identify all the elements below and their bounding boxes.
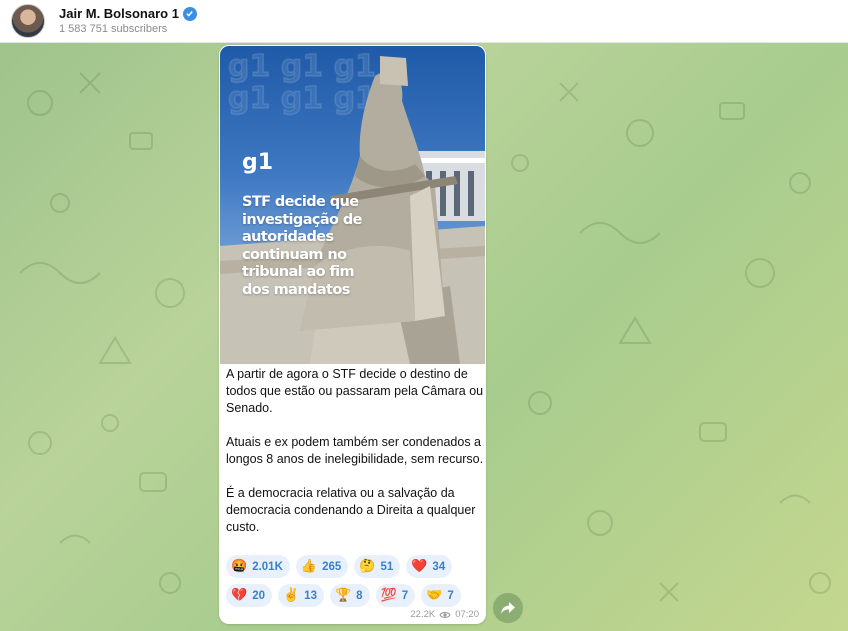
message-time: 07:20 xyxy=(455,609,479,620)
g1-logo: g1 xyxy=(242,150,274,175)
reaction-broken-heart[interactable]: 💔 20 xyxy=(226,584,272,607)
red-heart-icon: ❤️ xyxy=(411,559,428,574)
channel-name: Jair M. Bolsonaro 1 xyxy=(59,6,179,21)
reaction-victory[interactable]: ✌️ 13 xyxy=(277,584,324,607)
view-count: 22.2K xyxy=(410,609,436,620)
angry-face-icon: 🤬 xyxy=(231,559,248,574)
thinking-face-icon: 🤔 xyxy=(359,559,376,574)
reaction-handshake[interactable]: 🤝 7 xyxy=(421,584,461,607)
reaction-count: 20 xyxy=(252,589,265,602)
message-text: A partir de agora o STF decide o destino… xyxy=(226,367,484,534)
channel-title: Jair M. Bolsonaro 1 xyxy=(59,5,197,22)
channel-info[interactable]: Jair M. Bolsonaro 1 1 583 751 subscriber… xyxy=(59,5,197,37)
trophy-icon: 🏆 xyxy=(334,588,352,603)
reaction-thinking[interactable]: 🤔 51 xyxy=(354,555,401,578)
reaction-count: 51 xyxy=(380,560,394,573)
reaction-heart[interactable]: ❤️ 34 xyxy=(406,555,453,578)
chat-header: Jair M. Bolsonaro 1 1 583 751 subscriber… xyxy=(0,0,848,43)
reaction-count: 7 xyxy=(447,589,454,602)
subscriber-count: 1 583 751 subscribers xyxy=(59,23,168,35)
message-bubble[interactable]: g1 g1 g1 g1 g1 g1 g1 STF decide que inve… xyxy=(219,45,486,624)
reaction-angry[interactable]: 🤬 2.01K xyxy=(226,555,290,578)
handshake-icon: 🤝 xyxy=(426,588,443,603)
svg-text:g1 g1 g1: g1 g1 g1 xyxy=(228,49,376,84)
reaction-thumbs-up[interactable]: 👍 265 xyxy=(295,555,349,578)
reaction-count: 13 xyxy=(304,589,317,602)
reaction-count: 265 xyxy=(322,560,342,573)
victory-hand-icon: ✌️ xyxy=(282,588,300,603)
reaction-count: 8 xyxy=(356,589,363,602)
post-image[interactable]: g1 g1 g1 g1 g1 g1 g1 STF decide que inve… xyxy=(220,46,485,364)
reactions-bar: 🤬 2.01K 👍 265 🤔 51 ❤️ 34 💔 20 ✌️ 13 🏆 8 💯 7 🤝 7 xyxy=(226,555,481,613)
reaction-count: 2.01K xyxy=(252,560,283,573)
svg-text:g1 g1 g1: g1 g1 g1 xyxy=(228,81,376,116)
share-button[interactable] xyxy=(493,593,523,623)
reactions-row: 💔 20 ✌️ 13 🏆 8 💯 7 🤝 7 xyxy=(226,584,481,607)
eye-icon xyxy=(439,611,451,618)
reaction-trophy[interactable]: 🏆 8 xyxy=(329,584,370,607)
reactions-row: 🤬 2.01K 👍 265 🤔 51 ❤️ 34 xyxy=(226,555,481,578)
reaction-hundred[interactable]: 💯 7 xyxy=(375,584,416,607)
share-arrow-icon xyxy=(501,602,515,614)
thumbs-up-icon: 👍 xyxy=(300,559,318,574)
reaction-count: 34 xyxy=(432,560,446,573)
hundred-points-icon: 💯 xyxy=(380,588,397,603)
verified-badge-icon xyxy=(182,6,197,21)
broken-heart-icon: 💔 xyxy=(231,588,248,603)
message-meta: 22.2K 07:20 xyxy=(410,609,479,620)
channel-avatar[interactable] xyxy=(11,4,45,38)
reaction-count: 7 xyxy=(401,589,409,602)
image-headline: STF decide que investigação de autoridad… xyxy=(242,194,362,298)
